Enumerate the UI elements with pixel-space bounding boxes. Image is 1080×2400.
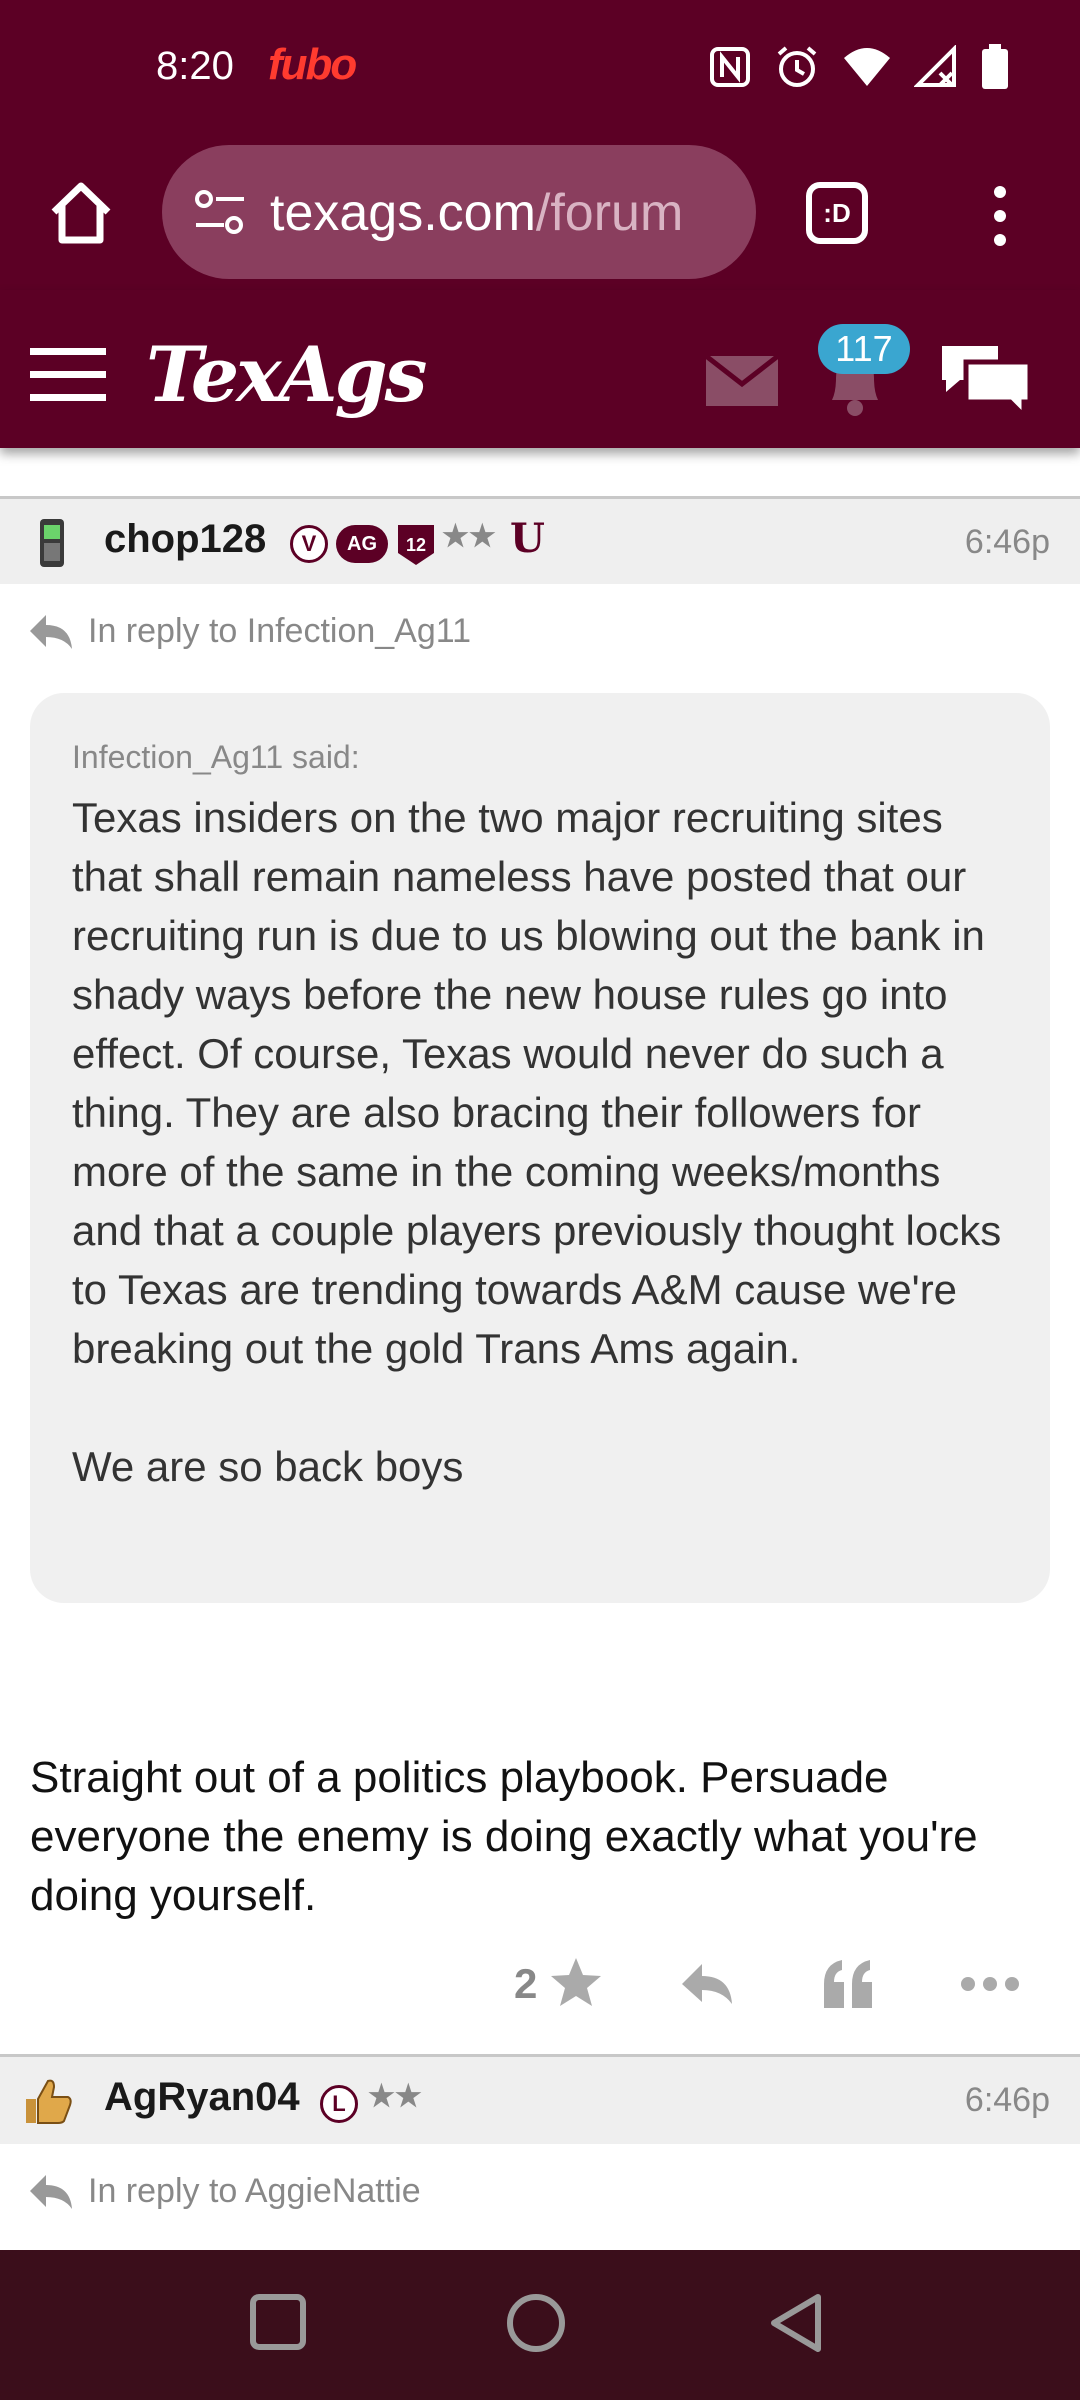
quote-text: Texas insiders on the two major recruiti… — [72, 794, 1002, 1490]
stars-badge: ★★ — [442, 520, 496, 553]
quote-author: Infection_Ag11 said: — [72, 739, 360, 775]
star-count: 2 — [514, 1960, 538, 2007]
reply-reference-text: In reply to AggieNattie — [88, 2172, 421, 2210]
post-actions: 2 — [0, 1954, 1080, 2030]
phone-avatar-icon[interactable] — [30, 517, 74, 569]
post-header: chop128 V AG 12 ★★ U 6:46p — [0, 496, 1080, 584]
status-bar: 8:20 fubo — [0, 0, 1080, 140]
circle-icon[interactable] — [505, 2292, 567, 2354]
l-badge: L — [320, 2085, 358, 2123]
u-badge: U — [510, 515, 545, 562]
url-host: texags.com — [270, 184, 536, 242]
texags-logo[interactable]: TexAgs — [146, 330, 427, 419]
thumbs-up-avatar-icon[interactable] — [22, 2075, 74, 2127]
reply-reference[interactable]: In reply to AggieNattie — [28, 2172, 421, 2211]
alarm-icon — [777, 46, 817, 87]
quote-icon[interactable] — [820, 1958, 876, 2010]
reply-icon — [30, 614, 72, 649]
reply-icon — [30, 2174, 72, 2209]
more-horiz-icon[interactable] — [960, 1976, 1020, 1992]
post-time[interactable]: 6:46p — [965, 523, 1050, 562]
more-vert-icon[interactable] — [980, 184, 1020, 248]
android-nav-bar — [0, 2250, 1080, 2400]
site-header: TexAgs 117 — [0, 290, 1080, 448]
square-icon[interactable] — [248, 2292, 308, 2352]
wifi-icon — [844, 48, 890, 86]
twelfth-man-badge: 12 — [398, 525, 434, 565]
status-time: 8:20 — [156, 44, 234, 88]
back-triangle-icon[interactable] — [766, 2292, 826, 2354]
quote-block: Infection_Ag11 said: Texas insiders on t… — [30, 693, 1050, 1603]
tune-icon[interactable] — [192, 187, 248, 237]
v-badge: V — [290, 525, 328, 563]
post-header: AgRyan04 L ★★ 6:46p — [0, 2054, 1080, 2144]
fubo-app-icon: fubo — [268, 40, 357, 89]
battery-icon — [982, 44, 1008, 89]
stars-badge: ★★ — [368, 2080, 422, 2113]
mail-icon[interactable] — [706, 356, 778, 406]
reply-reference-text: In reply to Infection_Ag11 — [88, 612, 472, 650]
chat-icon[interactable] — [936, 340, 1036, 420]
post-username[interactable]: chop128 — [104, 517, 266, 562]
url-text[interactable]: texags.com/forum — [270, 183, 740, 243]
signal-icon — [914, 45, 956, 87]
reply-reference[interactable]: In reply to Infection_Ag11 — [28, 612, 471, 651]
nfc-icon — [710, 47, 750, 87]
hamburger-icon[interactable] — [30, 346, 106, 402]
post-time[interactable]: 6:46p — [965, 2081, 1050, 2120]
url-path: /forum — [535, 184, 684, 242]
post-body: Straight out of a politics playbook. Per… — [30, 1753, 978, 1920]
star-icon[interactable] — [548, 1954, 604, 2010]
ag-badge: AG — [336, 525, 388, 563]
home-icon[interactable] — [46, 178, 116, 248]
notification-badge[interactable]: 117 — [818, 324, 910, 374]
post-username[interactable]: AgRyan04 — [104, 2075, 300, 2120]
browser-toolbar: texags.com/forum :D — [0, 140, 1080, 290]
address-bar[interactable]: texags.com/forum — [162, 145, 756, 279]
status-icons — [708, 44, 1010, 90]
reply-icon[interactable] — [680, 1962, 734, 2006]
tabs-icon[interactable]: :D — [806, 182, 868, 244]
